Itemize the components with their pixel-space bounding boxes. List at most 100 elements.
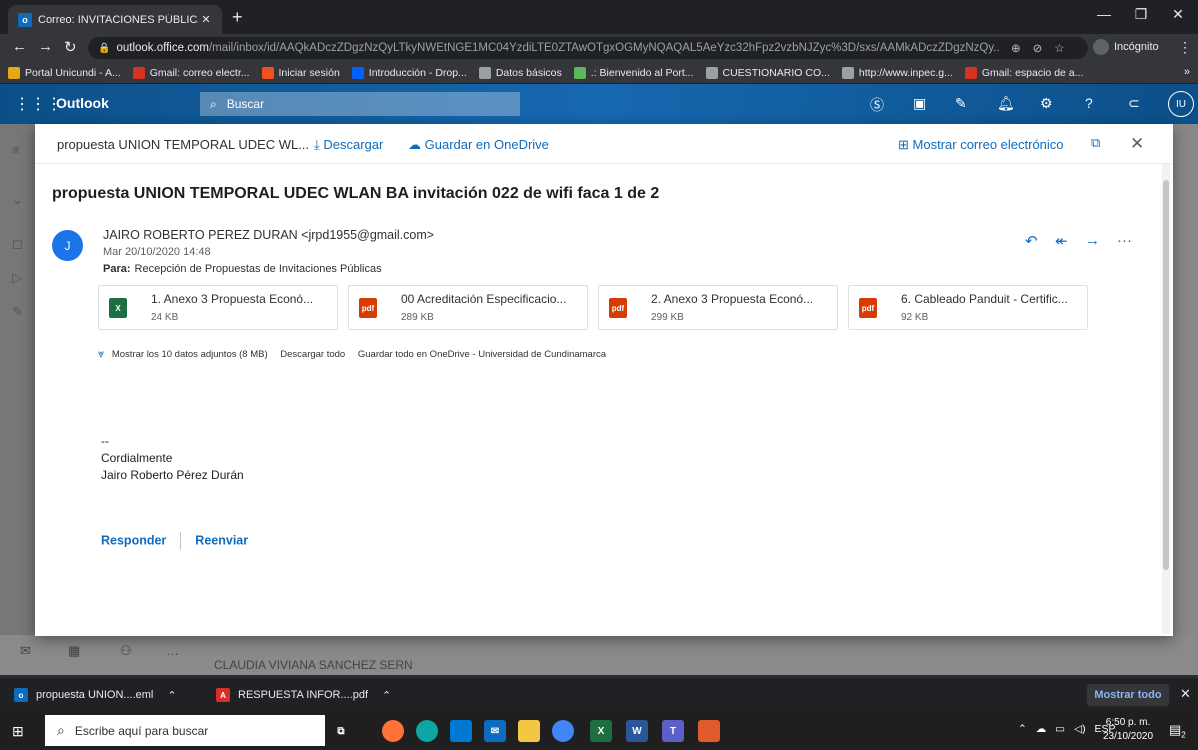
bookmark-item[interactable]: CUESTIONARIO CO... (705, 66, 830, 79)
inbox-icon: ◻ (12, 236, 23, 251)
show-all-attachments-link[interactable]: Mostrar los 10 datos adjuntos (8 MB) (112, 349, 268, 360)
chevron-up-icon[interactable]: ⌃ (1018, 723, 1027, 735)
tab-title: Correo: INVITACIONES PÚBLICAS (38, 13, 198, 26)
download-button[interactable]: ⤓ Descargar (314, 137, 383, 153)
mail-app-icon[interactable]: ✉ (484, 720, 506, 742)
chevron-down-icon[interactable]: ⩔ (98, 348, 104, 360)
network-icon[interactable]: ▭ (1055, 723, 1065, 735)
chevron-up-icon[interactable]: ⌃ (167, 689, 176, 702)
teams-icon[interactable]: ▣ (913, 95, 926, 112)
more-icon: … (166, 643, 179, 658)
save-onedrive-button[interactable]: ☁ Guardar en OneDrive (408, 137, 549, 153)
forward-icon[interactable]: → (1085, 232, 1100, 249)
download-all-link[interactable]: Descargar todo (280, 349, 345, 360)
address-bar[interactable]: 🔒 outlook.office.com /mail/inbox/id/AAQk… (88, 37, 1088, 59)
reply-all-icon[interactable]: ↞ (1055, 232, 1068, 250)
search-box[interactable]: ⌕ Buscar (200, 92, 520, 116)
attachment-card[interactable]: X 1. Anexo 3 Propuesta Econó... 24 KB (98, 285, 338, 330)
gear-icon[interactable]: ⚙ (1040, 95, 1053, 112)
clock[interactable]: 6:50 p. m. 23/10/2020 (1103, 716, 1153, 744)
attachment-card[interactable]: pdf 2. Anexo 3 Propuesta Econó... 299 KB (598, 285, 838, 330)
bookmark-item[interactable]: Portal Unicundi - A... (8, 66, 121, 79)
onedrive-icon[interactable]: ☁ (1036, 723, 1047, 735)
taskbar-search[interactable]: ⌕ Escribe aquí para buscar (45, 715, 325, 746)
chevron-up-icon[interactable]: ⌃ (382, 689, 391, 702)
attachment-card[interactable]: pdf 00 Acreditación Especificacio... 289 K… (348, 285, 588, 330)
reply-button[interactable]: Responder (101, 533, 166, 547)
teams-icon[interactable]: T (662, 720, 684, 742)
sender-avatar[interactable]: J (52, 230, 83, 261)
attachment-card[interactable]: pdf 6. Cableado Panduit - Certific... 92 K… (848, 285, 1088, 330)
download-label: Descargar (323, 137, 384, 152)
skype-icon[interactable]: Ⓢ (870, 95, 884, 115)
forward-button[interactable]: Reenviar (195, 533, 248, 547)
bookmark-star-icon[interactable]: ☆ (1054, 41, 1064, 55)
new-tab-button[interactable]: + (232, 7, 243, 28)
bell-icon[interactable]: 🔔︎ (997, 95, 1015, 112)
divider (180, 532, 182, 550)
task-view-icon[interactable]: ⧉ (330, 720, 352, 742)
bookmark-label: Gmail: correo electr... (149, 66, 250, 79)
excel-icon[interactable]: X (590, 720, 612, 742)
reply-icon[interactable]: ↶ (1025, 232, 1038, 250)
reload-icon[interactable]: ↻ (64, 38, 77, 56)
tracking-icon[interactable]: ⊘ (1033, 41, 1043, 55)
bookmark-item[interactable]: Introducción - Drop... (351, 66, 467, 79)
bookmark-item[interactable]: http://www.inpec.g... (841, 66, 953, 79)
bookmark-item[interactable]: Gmail: espacio de a... (964, 66, 1083, 79)
windows-start-icon[interactable]: ⊞ (12, 723, 24, 740)
popout-icon[interactable]: ⧉ (1091, 135, 1100, 151)
scrollbar-thumb[interactable] (1163, 180, 1169, 570)
avatar[interactable]: IU (1168, 91, 1194, 117)
background-module-bar: ✉ ▦ ⚇ … (0, 635, 1198, 675)
bookmark-item[interactable]: Gmail: correo electr... (132, 66, 250, 79)
restore-icon[interactable]: ❐ (1126, 6, 1156, 23)
help-icon[interactable]: ? (1085, 95, 1093, 111)
download-item[interactable]: A RESPUESTA INFOR....pdf ⌃ (216, 684, 391, 706)
window-close-icon[interactable]: ✕ (1163, 6, 1193, 23)
volume-icon[interactable]: ◁) (1074, 723, 1086, 735)
close-icon[interactable]: ✕ (1130, 134, 1144, 154)
attachment-size: 299 KB (651, 312, 684, 323)
more-actions-icon[interactable]: ··· (1117, 232, 1132, 249)
close-tab-icon[interactable]: ✕ (198, 13, 214, 26)
show-email-button[interactable]: ⊞ Mostrar correo electrónico (898, 137, 1064, 153)
hamburger-icon: ≡ (12, 142, 20, 157)
bookmark-item[interactable]: Iniciar sesión (261, 66, 340, 79)
send-icon: ▷ (12, 270, 22, 285)
show-email-label: Mostrar correo electrónico (912, 137, 1064, 152)
store-icon[interactable] (450, 720, 472, 742)
app-launcher-icon[interactable]: ⋮⋮⋮ (14, 94, 62, 114)
zoom-icon[interactable]: ⊕ (1011, 41, 1021, 55)
file-explorer-icon[interactable] (518, 720, 540, 742)
incognito-indicator[interactable]: Incógnito (1093, 39, 1159, 55)
app-icon[interactable] (698, 720, 720, 742)
pdf-file-icon: A (216, 688, 230, 702)
save-all-onedrive-link[interactable]: Guardar todo en OneDrive - Universidad d… (358, 349, 606, 360)
bookmark-icon (841, 66, 854, 79)
browser-tab[interactable]: o Correo: INVITACIONES PÚBLICAS ✕ (8, 5, 222, 34)
show-all-downloads-button[interactable]: Mostrar todo (1087, 684, 1169, 706)
feedback-icon[interactable]: ⊂ (1128, 95, 1140, 112)
chrome-icon[interactable] (552, 720, 574, 742)
sender-name[interactable]: JAIRO ROBERTO PEREZ DURAN <jrpd1955@gmai… (103, 228, 434, 242)
pencil-icon: ✎ (12, 304, 23, 319)
forward-icon[interactable]: → (38, 38, 53, 55)
notification-icon[interactable]: ▤2 (1169, 722, 1186, 740)
todo-icon[interactable]: ✎ (955, 95, 967, 112)
to-value[interactable]: Recepción de Propuestas de Invitaciones … (135, 263, 382, 275)
bookmark-label: CUESTIONARIO CO... (722, 66, 830, 79)
bookmark-item[interactable]: Datos básicos (478, 66, 562, 79)
minimize-icon[interactable]: — (1089, 6, 1119, 22)
word-icon[interactable]: W (626, 720, 648, 742)
firefox-icon[interactable] (382, 720, 404, 742)
system-tray[interactable]: ⌃ ☁ ▭ ◁) ESP (1018, 723, 1116, 735)
browser-menu-icon[interactable]: ⋮ (1178, 39, 1192, 56)
bookmark-item[interactable]: .: Bienvenido al Port... (573, 66, 694, 79)
edge-icon[interactable] (416, 720, 438, 742)
close-shelf-icon[interactable]: ✕ (1180, 686, 1191, 702)
back-icon[interactable]: ← (12, 38, 27, 55)
bookmarks-more-icon[interactable]: » (1184, 66, 1190, 78)
outlook-brand[interactable]: Outlook (56, 95, 109, 111)
download-item[interactable]: o propuesta UNION....eml ⌃ (14, 684, 177, 706)
